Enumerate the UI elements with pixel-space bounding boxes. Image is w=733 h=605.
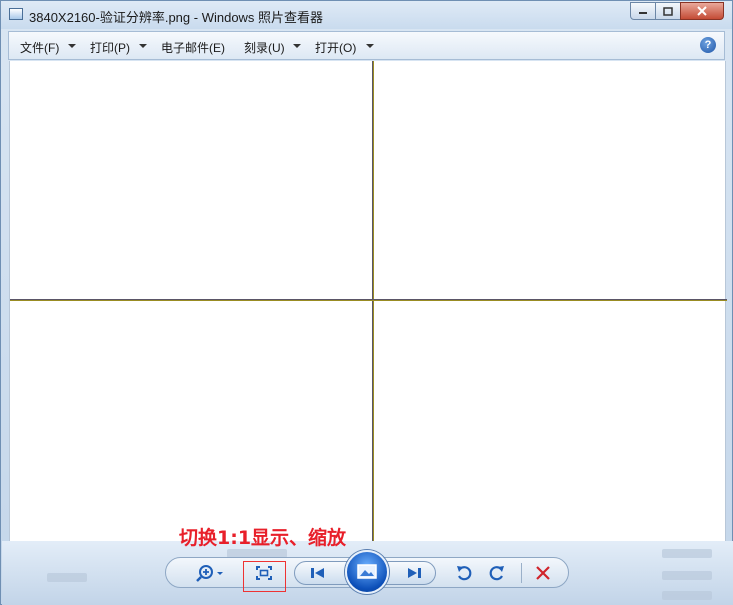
minimize-icon xyxy=(639,12,647,14)
rotate-counterclockwise-icon xyxy=(457,566,472,581)
image-horizontal-line xyxy=(10,299,727,301)
delete-button[interactable] xyxy=(532,562,554,584)
annotation-label: 切换1:1显示、缩放 xyxy=(179,527,347,549)
background-blur xyxy=(662,591,712,600)
caption-buttons xyxy=(630,2,724,20)
help-icon[interactable]: ? xyxy=(700,37,716,53)
menu-print-dropdown-icon[interactable] xyxy=(139,44,147,48)
close-button[interactable] xyxy=(680,2,724,20)
menu-bar: 文件(F) 打印(P) 电子邮件(E) 刻录(U) 打开(O) ? xyxy=(8,31,725,60)
slideshow-button[interactable] xyxy=(345,550,389,594)
next-button[interactable] xyxy=(401,564,427,582)
minimize-button[interactable] xyxy=(630,2,656,20)
close-icon xyxy=(697,6,707,16)
previous-button[interactable] xyxy=(305,564,331,582)
background-blur xyxy=(47,573,87,582)
menu-burn-dropdown-icon[interactable] xyxy=(293,44,301,48)
menu-file-dropdown-icon[interactable] xyxy=(68,44,76,48)
slideshow-icon xyxy=(357,564,377,579)
previous-icon xyxy=(311,568,324,578)
maximize-icon xyxy=(663,6,673,16)
photo-viewer-app-icon[interactable] xyxy=(9,8,23,20)
photo-viewer-window: 3840X2160-验证分辨率.png - Windows 照片查看器 文件(F… xyxy=(0,0,733,605)
background-blur xyxy=(662,571,712,580)
menu-file[interactable]: 文件(F) xyxy=(20,39,59,56)
toolbar-separator xyxy=(521,563,522,583)
menu-open[interactable]: 打开(O) xyxy=(315,39,356,56)
annotation-highlight-box xyxy=(243,561,286,592)
zoom-button[interactable] xyxy=(193,562,227,584)
maximize-button[interactable] xyxy=(655,2,681,20)
image-vertical-line xyxy=(372,61,374,541)
menu-email[interactable]: 电子邮件(E) xyxy=(161,39,225,56)
window-title: 3840X2160-验证分辨率.png - Windows 照片查看器 xyxy=(29,10,324,25)
menu-burn[interactable]: 刻录(U) xyxy=(244,39,285,56)
title-bar[interactable]: 3840X2160-验证分辨率.png - Windows 照片查看器 xyxy=(1,1,732,29)
image-viewport[interactable] xyxy=(9,61,727,541)
next-icon xyxy=(408,568,421,578)
rotate-clockwise-button[interactable] xyxy=(486,562,508,584)
background-blur xyxy=(662,549,712,558)
delete-icon xyxy=(536,566,550,580)
menu-print[interactable]: 打印(P) xyxy=(90,39,130,56)
rotate-clockwise-icon xyxy=(489,566,504,581)
zoom-icon xyxy=(196,565,223,582)
rotate-counterclockwise-button[interactable] xyxy=(453,562,475,584)
menu-open-dropdown-icon[interactable] xyxy=(366,44,374,48)
